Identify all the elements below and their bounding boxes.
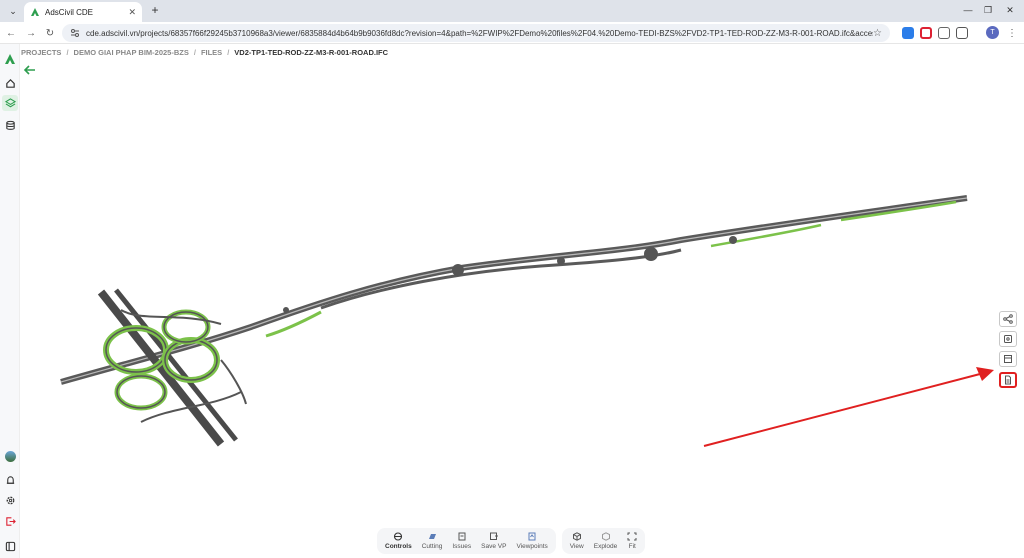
logout-icon[interactable] — [2, 513, 18, 529]
controls-icon — [394, 532, 403, 541]
forward-icon[interactable]: → — [24, 26, 38, 40]
bell-icon[interactable] — [2, 472, 18, 488]
site-info-icon[interactable] — [70, 28, 80, 38]
new-tab-button[interactable]: + — [148, 3, 162, 17]
model-tree-icon[interactable] — [999, 351, 1017, 367]
controls-label: Controls — [385, 543, 412, 550]
breadcrumb-files[interactable]: FILES — [201, 48, 222, 57]
toolbar-group-view: View Explode Fit — [561, 528, 646, 554]
issues-button[interactable]: Issues — [447, 529, 476, 553]
breadcrumb-separator: / — [227, 47, 230, 57]
3d-viewer-canvas[interactable] — [21, 62, 1024, 532]
adscivil-logo-icon — [31, 8, 39, 16]
document-icon[interactable] — [999, 372, 1017, 388]
close-tab-icon[interactable]: ✕ — [128, 7, 136, 18]
database-icon[interactable] — [2, 117, 18, 133]
breadcrumb: PROJECTS / DEMO GIAI PHAP BIM-2025-BZS /… — [21, 44, 388, 60]
bookmark-star-icon[interactable]: ☆ — [873, 28, 882, 39]
profile-avatar[interactable]: T — [986, 26, 999, 39]
extension-icon[interactable] — [902, 27, 914, 39]
home-icon[interactable] — [2, 75, 18, 91]
layers-icon[interactable] — [2, 95, 18, 111]
save-viewpoint-icon — [489, 532, 498, 540]
view-label: View — [569, 543, 584, 550]
browser-address-bar: ← → ↻ cde.adscivil.vn/projects/68357f66f… — [0, 22, 1024, 44]
share-icon[interactable] — [999, 311, 1017, 327]
extension-icon[interactable] — [920, 27, 932, 39]
settings-gear-icon[interactable] — [2, 492, 18, 508]
user-avatar[interactable] — [2, 448, 18, 464]
extension-icon[interactable] — [938, 27, 950, 39]
extensions-puzzle-icon[interactable] — [956, 27, 968, 39]
close-window-icon[interactable]: ✕ — [1002, 3, 1018, 17]
url-field[interactable]: cde.adscivil.vn/projects/68357f66f29245b… — [62, 24, 890, 42]
road-model — [60, 195, 968, 447]
browser-tab-bar: ⌄ AdsCivil CDE ✕ + — ❐ ✕ — [0, 0, 1024, 22]
collapse-sidebar-icon[interactable] — [2, 538, 18, 554]
explode-button[interactable]: Explode — [589, 529, 623, 553]
save-viewpoint-button[interactable]: Save VP — [476, 529, 511, 553]
back-icon[interactable]: ← — [4, 26, 18, 40]
minimize-icon[interactable]: — — [960, 3, 976, 17]
fit-label: Fit — [628, 543, 636, 550]
save-viewpoint-label: Save VP — [481, 543, 507, 550]
cube-icon — [572, 532, 581, 541]
browser-tab[interactable]: AdsCivil CDE ✕ — [24, 2, 142, 22]
reload-icon[interactable]: ↻ — [43, 26, 57, 40]
cutting-label: Cutting — [421, 543, 443, 550]
tab-title: AdsCivil CDE — [45, 7, 94, 17]
breadcrumb-separator: / — [193, 47, 196, 57]
fit-icon — [627, 532, 637, 541]
restore-icon[interactable]: ❐ — [980, 3, 996, 17]
view-button[interactable]: View — [565, 529, 589, 553]
viewpoints-button[interactable]: Viewpoints — [511, 529, 552, 553]
explode-label: Explode — [593, 543, 618, 550]
browser-menu-icon[interactable]: ⋮ — [1005, 26, 1019, 40]
breadcrumb-separator: / — [66, 47, 69, 57]
issues-label: Issues — [452, 543, 472, 550]
fit-button[interactable]: Fit — [622, 529, 642, 553]
breadcrumb-current-file: VD2-TP1-TED-ROD-ZZ-M3-R-001-ROAD.IFC — [234, 47, 389, 57]
controls-button[interactable]: Controls — [380, 529, 417, 553]
breadcrumb-projects[interactable]: PROJECTS — [21, 48, 61, 57]
url-text: cde.adscivil.vn/projects/68357f66f29245b… — [86, 28, 874, 38]
issues-icon — [458, 532, 466, 541]
explode-icon — [601, 532, 610, 541]
sidebar — [0, 44, 20, 558]
cutting-icon — [429, 534, 437, 539]
app-logo-icon[interactable] — [2, 51, 18, 67]
viewpoints-icon — [528, 532, 536, 541]
viewpoints-label: Viewpoints — [516, 543, 548, 550]
app-root: PROJECTS / DEMO GIAI PHAP BIM-2025-BZS /… — [0, 44, 1024, 558]
cutting-button[interactable]: Cutting — [417, 529, 448, 553]
toolbar-group-tools: Controls Cutting Issues Save VP Viewpoin… — [377, 528, 556, 554]
bottom-toolbar: Controls Cutting Issues Save VP Viewpoin… — [377, 528, 670, 554]
breadcrumb-project[interactable]: DEMO GIAI PHAP BIM-2025-BZS — [74, 48, 189, 57]
properties-icon[interactable] — [999, 331, 1017, 347]
tab-search-button[interactable]: ⌄ — [6, 4, 20, 18]
